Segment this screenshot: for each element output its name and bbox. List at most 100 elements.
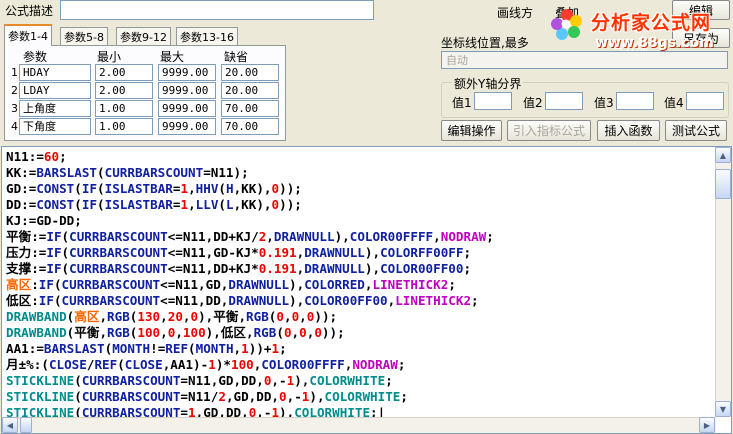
code-token: HHV bbox=[195, 181, 219, 196]
param-name-field[interactable]: LDAY bbox=[19, 82, 91, 99]
param-default-field[interactable]: 70.00 bbox=[221, 118, 279, 135]
code-token: CLOSE bbox=[48, 357, 87, 372]
param-header-min: 最小 bbox=[97, 50, 122, 64]
code-line: N11:=60; bbox=[6, 149, 494, 165]
code-token: ; bbox=[486, 229, 494, 244]
tab-params-1-4[interactable]: 参数1-4 bbox=[4, 24, 52, 46]
draw-method-label: 画线方 bbox=[497, 6, 534, 20]
vertical-scrollbar[interactable]: ▲ ▼ bbox=[715, 147, 731, 417]
param-name-field[interactable]: 上角度 bbox=[19, 100, 91, 117]
code-token: IF bbox=[81, 181, 98, 196]
code-token: ( bbox=[276, 325, 284, 340]
code-token: N11:= bbox=[6, 149, 44, 164]
value4-input[interactable] bbox=[686, 92, 724, 110]
code-token: STICKLINE bbox=[6, 373, 75, 388]
code-token: H bbox=[226, 181, 234, 196]
code-token: ISLASTBAR bbox=[104, 197, 173, 212]
value3-input[interactable] bbox=[616, 92, 654, 110]
scroll-left-icon[interactable]: ◀ bbox=[2, 417, 18, 433]
code-token: 0 bbox=[279, 389, 287, 404]
tab-params-9-12[interactable]: 参数9-12 bbox=[116, 27, 171, 45]
code-token: , bbox=[266, 229, 274, 244]
param-max-field[interactable]: 9999.00 bbox=[158, 82, 216, 99]
param-min-field[interactable]: 2.00 bbox=[95, 82, 153, 99]
code-line: DRAWBAND(高区,RGB(130,20,0),平衡,RGB(0,0,0))… bbox=[6, 309, 494, 325]
code-token: ; bbox=[279, 341, 287, 356]
code-token: ISLASTBAR bbox=[104, 181, 173, 196]
code-line: 平衡:=IF(CURRBARSCOUNT<=N11,DD+KJ/2,DRAWNU… bbox=[6, 229, 494, 245]
tab-params-5-8[interactable]: 参数5-8 bbox=[60, 27, 108, 45]
code-token: ( bbox=[97, 197, 105, 212]
code-token: 平衡:= bbox=[6, 229, 47, 244]
value2-input[interactable] bbox=[545, 92, 583, 110]
param-max-field[interactable]: 9999.00 bbox=[158, 100, 216, 117]
code-token: DD:= bbox=[6, 197, 37, 212]
param-default-field[interactable]: 20.00 bbox=[221, 82, 279, 99]
extra-y-axis-group: 额外Y轴分界 值1 值2 值3 值4 bbox=[441, 75, 729, 118]
code-token: COLORWHITE bbox=[324, 389, 401, 404]
param-min-field[interactable]: 1.00 bbox=[95, 118, 153, 135]
code-token: DRAWNULL bbox=[228, 277, 290, 292]
formula-desc-input[interactable] bbox=[60, 0, 374, 20]
code-token: BARSLAST bbox=[43, 341, 105, 356]
code-line: DD:=CONST(IF(ISLASTBAR=1,LLV(L,KK),0)); bbox=[6, 197, 494, 213]
code-line: STICKLINE(CURRBARSCOUNT=N11,GD,DD,0,-1),… bbox=[6, 373, 494, 389]
code-token: 0.191 bbox=[258, 261, 297, 276]
param-max-field[interactable]: 9999.00 bbox=[158, 118, 216, 135]
code-token: =N11/ bbox=[180, 389, 219, 404]
code-token: ,- bbox=[286, 389, 302, 404]
param-min-field[interactable]: 1.00 bbox=[95, 100, 153, 117]
code-line: GD:=CONST(IF(ISLASTBAR=1,HHV(H,KK),0)); bbox=[6, 181, 494, 197]
value1-input[interactable] bbox=[474, 92, 512, 110]
code-token: 月±%:( bbox=[6, 357, 49, 372]
code-token: , bbox=[283, 309, 292, 324]
code-token: 1 bbox=[241, 341, 249, 356]
code-line: KJ:=GD-DD; bbox=[6, 213, 494, 229]
param-header-max: 最大 bbox=[160, 50, 185, 64]
code-line: 支撑:=IF(CURRBARSCOUNT<=N11,DD+KJ*0.191,DR… bbox=[6, 261, 494, 277]
param-name-field[interactable]: HDAY bbox=[19, 64, 91, 81]
code-token: ( bbox=[74, 181, 82, 196]
test-formula-button[interactable]: 测试公式 bbox=[665, 120, 727, 141]
code-token: CURRBARSCOUNT bbox=[81, 389, 181, 404]
formula-editor[interactable]: N11:=60; KK:=BARSLAST(CURRBARSCOUNT=N11);… bbox=[1, 146, 732, 434]
param-max-field[interactable]: 9999.00 bbox=[158, 64, 216, 81]
scroll-right-icon[interactable]: ▶ bbox=[699, 417, 715, 433]
param-min-field[interactable]: 2.00 bbox=[95, 64, 153, 81]
code-token: 1 bbox=[271, 341, 280, 356]
code-token: 100 bbox=[230, 357, 254, 372]
code-token: DRAWNULL bbox=[304, 261, 365, 276]
formula-code[interactable]: N11:=60; KK:=BARSLAST(CURRBARSCOUNT=N11);… bbox=[6, 149, 494, 421]
code-token: DRAWNULL bbox=[304, 245, 365, 260]
code-token: COLOR00FFFF bbox=[261, 357, 345, 372]
code-token: COLORWHITE bbox=[309, 373, 386, 388]
code-token: ), bbox=[364, 245, 381, 260]
code-token: )); bbox=[279, 181, 302, 196]
code-token: IF bbox=[46, 245, 62, 260]
code-token: 0 bbox=[276, 309, 284, 324]
horizontal-scrollbar[interactable]: ◀ ▶ bbox=[2, 417, 716, 433]
code-token: DRAWBAND bbox=[6, 325, 67, 340]
code-token: COLORFF00FF bbox=[380, 245, 464, 260]
scroll-thumb-horizontal[interactable] bbox=[20, 417, 32, 433]
code-token: , bbox=[175, 325, 183, 340]
import-indicator-button[interactable]: 引入指标公式 bbox=[507, 120, 591, 141]
scroll-down-icon[interactable]: ▼ bbox=[715, 401, 731, 417]
code-token: 2 bbox=[218, 389, 226, 404]
code-token: IF bbox=[81, 197, 98, 212]
code-token: CLOSE bbox=[124, 357, 163, 372]
insert-function-button[interactable]: 插入函数 bbox=[597, 120, 660, 141]
scroll-thumb[interactable] bbox=[715, 169, 731, 199]
param-default-field[interactable]: 20.00 bbox=[221, 64, 279, 81]
code-token: IF bbox=[38, 277, 54, 292]
edit-operation-button[interactable]: 编辑操作 bbox=[441, 120, 502, 141]
axis-position-value: 自动 bbox=[446, 54, 468, 67]
code-token: CURRBARSCOUNT bbox=[104, 165, 204, 180]
scroll-up-icon[interactable]: ▲ bbox=[715, 147, 731, 163]
param-name-field[interactable]: 下角度 bbox=[19, 118, 91, 135]
code-token: =N11,GD,DD, bbox=[180, 373, 264, 388]
value4-label: 值4 bbox=[664, 96, 684, 110]
code-token: <=N11,GD-KJ* bbox=[167, 245, 259, 260]
tab-params-13-16[interactable]: 参数13-16 bbox=[176, 27, 238, 45]
param-default-field[interactable]: 70.00 bbox=[221, 100, 279, 117]
